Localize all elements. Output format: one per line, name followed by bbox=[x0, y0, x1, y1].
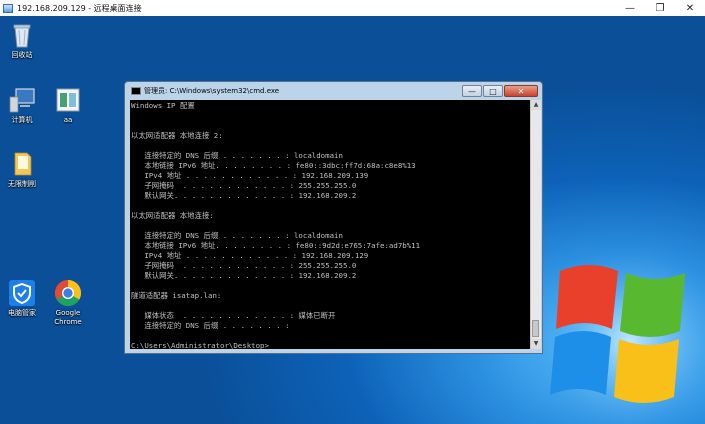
desktop-icon-folder[interactable]: 无限制削 bbox=[0, 150, 44, 189]
console-line: 默认网关. . . . . . . . . . . . . : 192.168.… bbox=[131, 191, 357, 200]
console-line: 默认网关. . . . . . . . . . . . . : 192.168.… bbox=[131, 271, 357, 280]
cmd-maximize-button[interactable]: □ bbox=[483, 85, 503, 97]
desktop-icon-recycle-bin[interactable]: 回收站 bbox=[0, 21, 44, 60]
cmd-icon bbox=[131, 87, 141, 95]
rdp-window-title: 192.168.209.129 - 远程桌面连接 bbox=[17, 3, 142, 13]
desktop-icon-label: 无限制削 bbox=[8, 180, 36, 188]
console-line: C:\Users\Administrator\Desktop> bbox=[131, 341, 269, 349]
scroll-down-arrow-icon[interactable]: ▼ bbox=[531, 339, 541, 349]
console-line: 子网掩码 . . . . . . . . . . . . : 255.255.2… bbox=[131, 261, 357, 270]
remote-desktop-icon bbox=[3, 3, 13, 13]
console-line: 连接特定的 DNS 后缀 . . . . . . . : localdomain bbox=[131, 151, 343, 160]
console-line: 子网掩码 . . . . . . . . . . . . : 255.255.2… bbox=[131, 181, 357, 190]
console-scrollbar[interactable]: ▲ ▼ bbox=[530, 100, 541, 349]
cmd-title-bar[interactable]: 管理员: C:\Windows\system32\cmd.exe — □ ✕ bbox=[125, 82, 542, 100]
console-line: 本地链接 IPv6 地址. . . . . . . . : fe80::9d2d… bbox=[131, 241, 421, 250]
scroll-thumb[interactable] bbox=[532, 320, 539, 337]
desktop-icon-label: aa bbox=[63, 116, 73, 124]
console-line: 连接特定的 DNS 后缀 . . . . . . . : localdomain bbox=[131, 231, 343, 240]
desktop-icon-label: Google Chrome bbox=[54, 309, 82, 326]
rdp-restore-button[interactable]: ❐ bbox=[645, 0, 675, 16]
scroll-up-arrow-icon[interactable]: ▲ bbox=[531, 100, 541, 110]
console-line: 隧道适配器 isatap.lan: bbox=[131, 291, 222, 300]
console-line: 连接特定的 DNS 后缀 . . . . . . . : bbox=[131, 321, 290, 330]
console-line: 以太网适配器 本地连接 2: bbox=[131, 131, 223, 140]
folder-icon bbox=[8, 150, 36, 178]
console-line: IPv4 地址 . . . . . . . . . . . . : 192.16… bbox=[131, 171, 369, 180]
rdp-minimize-button[interactable]: — bbox=[615, 0, 645, 16]
rdp-title-bar: 192.168.209.129 - 远程桌面连接 — ❐ ✕ bbox=[0, 0, 705, 17]
cmd-window[interactable]: 管理员: C:\Windows\system32\cmd.exe — □ ✕ W… bbox=[124, 81, 543, 354]
recycle-bin-icon bbox=[8, 21, 36, 49]
cmd-close-button[interactable]: ✕ bbox=[504, 85, 538, 97]
desktop-icon-chrome[interactable]: Google Chrome bbox=[46, 279, 90, 327]
console-line: 以太网适配器 本地连接: bbox=[131, 211, 214, 220]
desktop-icon-aa[interactable]: aa bbox=[46, 86, 90, 125]
desktop-icon-label: 计算机 bbox=[11, 116, 33, 124]
remote-desktop: 回收站 计算机 aa 无限制削 电脑管家 Google Chrome 管理员: … bbox=[0, 16, 705, 424]
rdp-close-button[interactable]: ✕ bbox=[675, 0, 705, 16]
console-text: Windows IP 配置 以太网适配器 本地连接 2: 连接特定的 DNS 后… bbox=[130, 100, 530, 349]
console-line: 本地链接 IPv6 地址. . . . . . . . : fe80::3dbc… bbox=[131, 161, 416, 170]
desktop-icon-label: 电脑管家 bbox=[8, 309, 36, 317]
computer-icon bbox=[8, 86, 36, 114]
desktop-icon-label: 回收站 bbox=[11, 51, 33, 59]
file-icon bbox=[54, 86, 82, 114]
chrome-icon bbox=[54, 279, 82, 307]
cmd-minimize-button[interactable]: — bbox=[462, 85, 482, 97]
console-output[interactable]: Windows IP 配置 以太网适配器 本地连接 2: 连接特定的 DNS 后… bbox=[130, 100, 530, 349]
console-line: Windows IP 配置 bbox=[131, 101, 195, 110]
windows-logo bbox=[530, 241, 705, 424]
console-line: 媒体状态 . . . . . . . . . . . . : 媒体已断开 bbox=[131, 311, 336, 320]
desktop-icon-computer[interactable]: 计算机 bbox=[0, 86, 44, 125]
desktop-icon-pc-manager[interactable]: 电脑管家 bbox=[0, 279, 44, 318]
console-line: IPv4 地址 . . . . . . . . . . . . : 192.16… bbox=[131, 251, 369, 260]
cmd-window-title: 管理员: C:\Windows\system32\cmd.exe bbox=[144, 87, 280, 95]
pc-manager-icon bbox=[8, 279, 36, 307]
